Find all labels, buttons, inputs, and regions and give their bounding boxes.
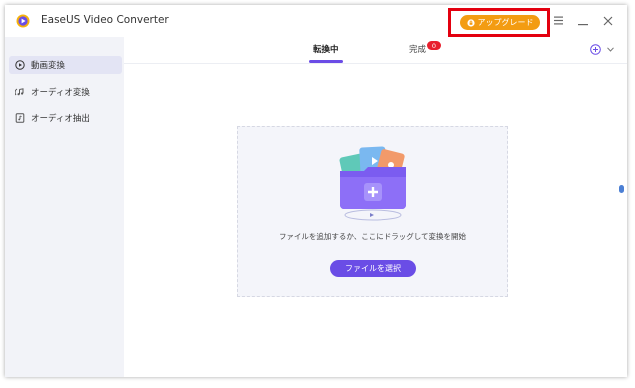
file-drop-zone[interactable]: ファイルを追加するか、ここにドラッグして変換を開始 ファイルを選択 bbox=[237, 126, 508, 297]
title-bar: EaseUS Video Converter アップグレード bbox=[5, 5, 627, 37]
sidebar-item-audio-convert[interactable]: オーディオ変換 bbox=[9, 83, 122, 101]
select-file-button[interactable]: ファイルを選択 bbox=[330, 260, 416, 277]
main-panel: 転換中 完成 0 ファイルを追加するか、ここにドラッグして変換を開始 ファイルを… bbox=[124, 37, 627, 377]
chevron-down-icon[interactable] bbox=[607, 47, 614, 52]
app-title: EaseUS Video Converter bbox=[41, 14, 169, 26]
sidebar-item-video-convert[interactable]: 動画変換 bbox=[9, 56, 122, 74]
tab-converting[interactable]: 転換中 bbox=[313, 43, 339, 55]
video-convert-icon bbox=[15, 60, 25, 70]
tab-completed[interactable]: 完成 bbox=[409, 43, 426, 55]
tab-bar: 転換中 完成 0 bbox=[124, 37, 627, 64]
add-icon[interactable] bbox=[590, 44, 601, 55]
audio-convert-icon bbox=[15, 88, 24, 96]
drop-hint-text: ファイルを追加するか、ここにドラッグして変換を開始 bbox=[278, 232, 467, 241]
upgrade-highlight-box bbox=[448, 8, 550, 37]
audio-extract-icon bbox=[15, 113, 25, 123]
side-handle[interactable] bbox=[619, 185, 624, 193]
sidebar: 動画変換 オーディオ変換 オーディオ抽出 bbox=[5, 37, 124, 377]
app-window: EaseUS Video Converter アップグレード 動画変換 オーディ… bbox=[5, 5, 627, 377]
close-icon[interactable] bbox=[603, 16, 613, 26]
app-logo-icon bbox=[16, 14, 30, 28]
active-tab-indicator bbox=[309, 60, 343, 63]
folder-add-icon bbox=[339, 146, 406, 221]
sidebar-item-audio-extract[interactable]: オーディオ抽出 bbox=[9, 109, 122, 127]
sidebar-item-label: 動画変換 bbox=[31, 61, 66, 71]
sidebar-item-label: オーディオ変換 bbox=[31, 88, 90, 98]
sidebar-item-label: オーディオ抽出 bbox=[31, 114, 90, 124]
menu-icon[interactable] bbox=[554, 16, 563, 25]
completed-count-badge: 0 bbox=[427, 41, 441, 50]
minimize-icon[interactable] bbox=[578, 16, 588, 26]
